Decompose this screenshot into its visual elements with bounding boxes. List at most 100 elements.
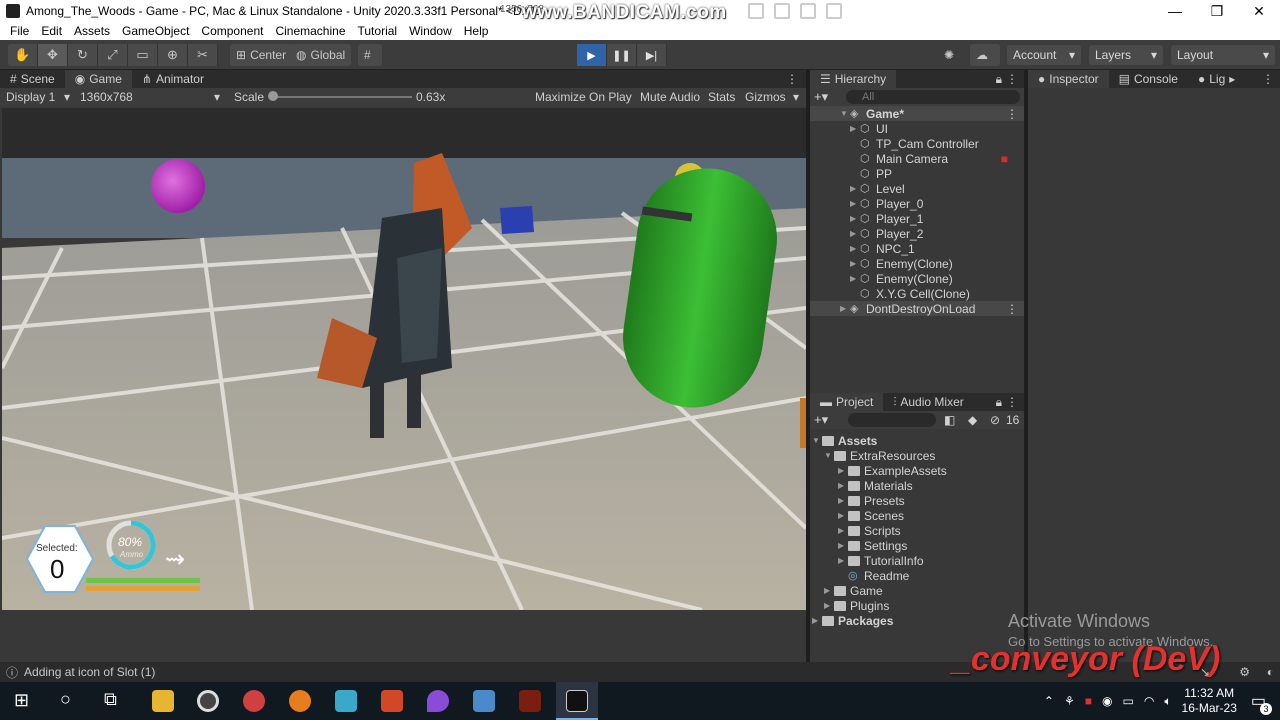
menu-cinemachine[interactable]: Cinemachine [275, 24, 345, 38]
menu-assets[interactable]: Assets [74, 24, 110, 38]
project-folder[interactable]: ▶ Scripts [838, 523, 901, 538]
project-folder[interactable]: ▶ Settings [838, 538, 907, 553]
menu-window[interactable]: Window [409, 24, 452, 38]
project-folder-extra[interactable]: ▼ ExtraResources [824, 448, 935, 463]
expand-arrow-icon[interactable]: ▶ [838, 466, 848, 475]
resolution-dropdown[interactable]: 1360x768 [80, 90, 133, 104]
layout-dropdown[interactable]: Layout ▾ [1171, 45, 1275, 65]
cloud-button[interactable]: ☁ [970, 44, 1000, 66]
chrome-icon[interactable] [243, 690, 265, 712]
battery-icon[interactable]: ▭ [1122, 694, 1133, 708]
project-search-input[interactable] [848, 413, 936, 427]
project-folder[interactable]: ▶ ExampleAssets [838, 463, 947, 478]
record-icon[interactable]: ◉ [1102, 694, 1112, 708]
add-object-button[interactable]: +▾ [814, 89, 828, 105]
hierarchy-item[interactable]: ⬡ X.Y.G Cell(Clone) [850, 286, 970, 301]
scale-tool-button[interactable]: ⤢ [98, 44, 128, 66]
project-folder[interactable]: ▶ Materials [838, 478, 913, 493]
collab-button[interactable]: ✺ [938, 44, 960, 66]
expand-arrow-icon[interactable]: ▶ [838, 496, 848, 505]
tab-animator[interactable]: ⋔ Animator [132, 70, 214, 88]
notification-center-icon[interactable]: ▭ 3 [1251, 691, 1272, 715]
hierarchy-item[interactable]: ⬡ Main Camera ■ [850, 151, 1010, 166]
menu-file[interactable]: File [10, 24, 29, 38]
expand-arrow-icon[interactable]: ▶ [850, 274, 860, 283]
expand-arrow-icon[interactable]: ▶ [838, 541, 848, 550]
display-dropdown[interactable]: Display 1 [6, 90, 55, 104]
bandicam-tray-icon[interactable]: ■ [1085, 694, 1092, 708]
expand-arrow-icon[interactable]: ▶ [850, 124, 860, 133]
tab-hierarchy[interactable]: ☰ Hierarchy [810, 70, 897, 88]
hierarchy-item[interactable]: ▶ ⬡ UI [850, 121, 888, 136]
project-folder-game[interactable]: ▶ Game [824, 583, 883, 598]
file-explorer-icon[interactable] [152, 690, 174, 712]
expand-arrow-icon[interactable]: ▶ [838, 481, 848, 490]
expand-arrow-icon[interactable]: ▼ [812, 436, 822, 445]
hierarchy-item[interactable]: ▶ ⬡ NPC_1 [850, 241, 915, 256]
step-button[interactable]: ▶| [637, 44, 667, 66]
search-by-label-icon[interactable]: ◆ [968, 413, 977, 427]
hierarchy-search-input[interactable]: All [846, 90, 1020, 104]
project-folder[interactable]: ▶ Presets [838, 493, 905, 508]
menu-help[interactable]: Help [464, 24, 489, 38]
clock[interactable]: 11:32 AM 16-Mar-23 [1182, 686, 1237, 716]
expand-arrow-icon[interactable]: ▶ [850, 259, 860, 268]
rotate-tool-button[interactable]: ↻ [68, 44, 98, 66]
grid-snap-button[interactable]: # [358, 44, 382, 66]
expand-arrow-icon[interactable]: ▶ [824, 586, 834, 595]
scale-slider-handle[interactable] [268, 91, 278, 101]
project-folder-plugins[interactable]: ▶ Plugins [824, 598, 889, 613]
stats-toggle[interactable]: Stats [708, 90, 735, 104]
pivot-mode-button[interactable]: ⊞ Center [230, 44, 293, 66]
hidden-packages-icon[interactable]: ⊘ [990, 413, 1000, 427]
scene-row-dontdestroy[interactable]: ▶ ◈ DontDestroyOnLoad ⋮ [810, 301, 1024, 316]
hand-tool-button[interactable]: ✋ [8, 44, 38, 66]
notepad-icon[interactable] [335, 690, 357, 712]
panel-menu-icon[interactable]: ⋮ [1006, 72, 1018, 86]
scene-menu-icon[interactable]: ⋮ [1006, 107, 1018, 121]
move-tool-button[interactable]: ✥ [38, 44, 68, 66]
expand-arrow-icon[interactable]: ▶ [824, 601, 834, 610]
powerpoint-icon[interactable] [381, 690, 403, 712]
scene-row-game[interactable]: ▼ ◈ Game* ⋮ [810, 106, 1024, 121]
project-folder[interactable]: ▶ Scenes [838, 508, 904, 523]
game-viewport[interactable]: Selected: 0 80% Ammo ⇝ [2, 108, 806, 610]
play-button[interactable]: ▶ [577, 44, 607, 66]
menu-component[interactable]: Component [201, 24, 263, 38]
auto-generate-lighting-icon[interactable]: ◐ [1267, 665, 1274, 679]
menu-gameobject[interactable]: GameObject [122, 24, 189, 38]
expand-arrow-icon[interactable]: ▶ [838, 526, 848, 535]
tab-lighting[interactable]: ● Lig ▸ [1188, 70, 1237, 88]
tab-scene[interactable]: # Scene [0, 70, 65, 88]
rect-tool-button[interactable]: ▭ [128, 44, 158, 66]
hierarchy-item[interactable]: ▶ ⬡ Player_1 [850, 211, 923, 226]
chevron-right-icon[interactable]: ▸ [1229, 72, 1235, 86]
panel-menu-icon[interactable]: ⋮ [1262, 72, 1274, 86]
krita-icon[interactable] [473, 690, 495, 712]
lock-icon[interactable]: 🔒︎ [996, 395, 1002, 410]
project-folder-packages[interactable]: ▶ Packages [812, 613, 893, 628]
windows-start-icon[interactable]: ⊞ [14, 690, 29, 711]
close-button[interactable]: ✕ [1238, 0, 1280, 22]
debug-mode-icon[interactable]: ⚙ [1239, 665, 1250, 679]
project-folder[interactable]: ▶ TutorialInfo [838, 553, 924, 568]
create-asset-button[interactable]: +▾ [814, 412, 828, 428]
maximize-on-play-toggle[interactable]: Maximize On Play [535, 90, 632, 104]
pause-button[interactable]: ❚❚ [607, 44, 637, 66]
game-app-icon[interactable] [519, 690, 541, 712]
hierarchy-item[interactable]: ▶ ⬡ Level [850, 181, 905, 196]
hierarchy-item[interactable]: ▶ ⬡ Enemy(Clone) [850, 256, 953, 271]
tab-inspector[interactable]: ● Inspector [1028, 70, 1109, 88]
tab-console[interactable]: ▤ Console [1109, 70, 1188, 88]
hierarchy-item[interactable]: ▶ ⬡ Enemy(Clone) [850, 271, 953, 286]
custom-tool-button[interactable]: ✂ [188, 44, 218, 66]
project-asset-readme[interactable]: ◎ Readme [838, 568, 909, 583]
tab-audio-mixer[interactable]: ⫶ Audio Mixer [883, 393, 973, 411]
paint-3d-icon[interactable] [427, 690, 449, 712]
menu-edit[interactable]: Edit [41, 24, 62, 38]
expand-arrow-icon[interactable]: ▶ [850, 214, 860, 223]
gizmos-dropdown[interactable]: Gizmos [745, 90, 786, 104]
scale-slider-track[interactable] [272, 96, 412, 98]
search-by-type-icon[interactable]: ◧ [944, 413, 955, 427]
mute-audio-toggle[interactable]: Mute Audio [640, 90, 700, 104]
